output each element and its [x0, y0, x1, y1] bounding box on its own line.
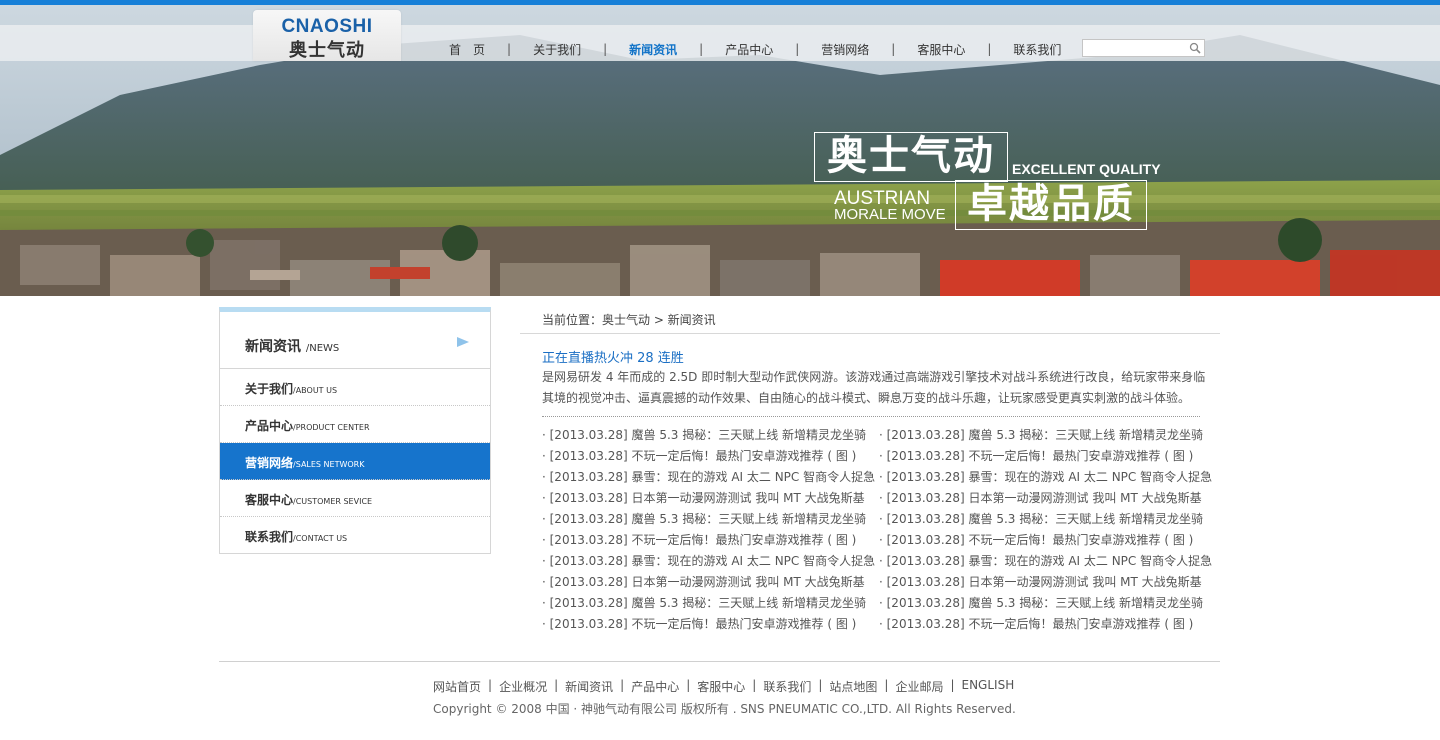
news-list-item[interactable]: · [2013.03.28] 魔兽 5.3 揭秘：三天赋上线 新增精灵龙坐骑 — [879, 593, 1212, 614]
sidebar-title: 新闻资讯 /NEWS — [245, 336, 339, 356]
logo-english: CNAOSHI — [281, 16, 373, 37]
footer-link[interactable]: 企业邮局 — [895, 678, 943, 695]
news-list-item[interactable]: · [2013.03.28] 魔兽 5.3 揭秘：三天赋上线 新增精灵龙坐骑 — [879, 425, 1212, 446]
footer-link[interactable]: 企业概况 — [499, 678, 547, 695]
news-list-item[interactable]: · [2013.03.28] 不玩一定后悔！最热门安卓游戏推荐 ( 图 ) — [879, 530, 1212, 551]
footer-link[interactable]: 产品中心 — [631, 678, 679, 695]
news-list-item[interactable]: · [2013.03.28] 暴雪：现在的游戏 AI 太二 NPC 智商令人捉急 — [879, 467, 1212, 488]
nav-separator: | — [891, 42, 896, 56]
footer-separator: | — [554, 678, 559, 692]
footer-separator: | — [752, 678, 757, 692]
slogan-quality: 卓越品质 — [955, 180, 1147, 230]
footer-link[interactable]: 站点地图 — [829, 678, 877, 695]
sidebar-item-en: /ABOUT US — [293, 386, 338, 395]
news-list-item[interactable]: · [2013.03.28] 日本第一动漫网游测试 我叫 MT 大战兔斯基 — [879, 488, 1212, 509]
footer-separator: | — [686, 678, 691, 692]
news-list-left: · [2013.03.28] 魔兽 5.3 揭秘：三天赋上线 新增精灵龙坐骑 · … — [542, 425, 875, 635]
footer-link[interactable]: 联系我们 — [763, 678, 811, 695]
sidebar-item-label: 客服中心 — [245, 493, 294, 507]
sidebar-item-about[interactable]: 关于我们/ABOUT US — [220, 369, 490, 406]
sidebar-item-en: /CUSTOMER SEVICE — [293, 497, 373, 506]
sidebar-item-label: 产品中心 — [245, 419, 294, 433]
news-list-item[interactable]: · [2013.03.28] 暴雪：现在的游戏 AI 太二 NPC 智商令人捉急 — [879, 551, 1212, 572]
search-icon[interactable] — [1189, 42, 1201, 54]
footer-divider — [219, 661, 1220, 662]
main-nav: 首 页 | 关于我们 | 新闻资讯 | 产品中心 | 营销网络 | 客服中心 |… — [440, 36, 1070, 62]
sidebar-title-en: /NEWS — [305, 343, 340, 354]
news-list-item[interactable]: · [2013.03.28] 不玩一定后悔！最热门安卓游戏推荐 ( 图 ) — [879, 614, 1212, 635]
news-list-item[interactable]: · [2013.03.28] 暴雪：现在的游戏 AI 太二 NPC 智商令人捉急 — [542, 467, 875, 488]
sidebar-item-label: 营销网络 — [245, 456, 294, 470]
news-list-item[interactable]: · [2013.03.28] 不玩一定后悔！最热门安卓游戏推荐 ( 图 ) — [542, 614, 875, 635]
news-list-item[interactable]: · [2013.03.28] 暴雪：现在的游戏 AI 太二 NPC 智商令人捉急 — [542, 551, 875, 572]
footer-separator: | — [620, 678, 625, 692]
footer-link[interactable]: ENGLISH — [962, 678, 1015, 695]
nav-separator: | — [987, 42, 992, 56]
sidebar-item-products[interactable]: 产品中心/PRODUCT CENTER — [220, 406, 490, 443]
footer-separator: | — [884, 678, 889, 692]
sidebar-item-contact[interactable]: 联系我们/CONTACT US — [220, 517, 490, 554]
slogan-morale-move: MORALE MOVE — [834, 206, 946, 223]
sidebar: 新闻资讯 /NEWS 关于我们/ABOUT US 产品中心/PRODUCT CE… — [219, 307, 491, 554]
news-list-item[interactable]: · [2013.03.28] 日本第一动漫网游测试 我叫 MT 大战兔斯基 — [542, 572, 875, 593]
sidebar-item-en: /SALES NETWORK — [293, 460, 365, 469]
nav-separator: | — [507, 42, 512, 56]
search-box — [1082, 39, 1205, 60]
sidebar-item-sales[interactable]: 营销网络/SALES NETWORK — [220, 443, 490, 480]
site-logo[interactable]: CNAOSHI 奥士气动 — [253, 10, 401, 61]
footer-link[interactable]: 新闻资讯 — [565, 678, 613, 695]
search-input[interactable] — [1083, 44, 1191, 60]
nav-separator: | — [603, 42, 608, 56]
nav-item-products[interactable]: 产品中心 — [716, 41, 782, 58]
news-list-item[interactable]: · [2013.03.28] 魔兽 5.3 揭秘：三天赋上线 新增精灵龙坐骑 — [542, 593, 875, 614]
article-title-link[interactable]: 正在直播热火冲 28 连胜 — [542, 347, 684, 366]
news-list-item[interactable]: · [2013.03.28] 不玩一定后悔！最热门安卓游戏推荐 ( 图 ) — [542, 446, 875, 467]
nav-item-home[interactable]: 首 页 — [440, 41, 494, 58]
news-list-right: · [2013.03.28] 魔兽 5.3 揭秘：三天赋上线 新增精灵龙坐骑 · … — [879, 425, 1212, 635]
nav-item-about[interactable]: 关于我们 — [524, 41, 590, 58]
sidebar-item-label: 联系我们 — [245, 530, 294, 544]
sidebar-item-en: /PRODUCT CENTER — [293, 423, 370, 432]
arrow-right-icon — [457, 337, 469, 347]
news-list-item[interactable]: · [2013.03.28] 日本第一动漫网游测试 我叫 MT 大战兔斯基 — [542, 488, 875, 509]
news-list-item[interactable]: · [2013.03.28] 日本第一动漫网游测试 我叫 MT 大战兔斯基 — [879, 572, 1212, 593]
sidebar-title-cn: 新闻资讯 — [245, 339, 301, 355]
footer-separator: | — [950, 678, 955, 692]
article-description: 是网易研发 4 年而成的 2.5D 即时制大型动作武侠网游。该游戏通过高端游戏引… — [542, 370, 1206, 405]
footer-link[interactable]: 网站首页 — [433, 678, 481, 695]
slogan-excellent-quality: EXCELLENT QUALITY — [1012, 161, 1161, 177]
sidebar-item-en: /CONTACT US — [293, 534, 348, 543]
sidebar-item-label: 关于我们 — [245, 382, 294, 396]
dotted-divider — [542, 416, 1200, 417]
nav-item-service[interactable]: 客服中心 — [908, 41, 974, 58]
news-list-item[interactable]: · [2013.03.28] 魔兽 5.3 揭秘：三天赋上线 新增精灵龙坐骑 — [542, 425, 875, 446]
nav-separator: | — [795, 42, 800, 56]
footer-links: 网站首页 | 企业概况 | 新闻资讯 | 产品中心 | 客服中心 | 联系我们 | 站点地图 | 企业邮局 |… — [433, 678, 1014, 695]
breadcrumb: 当前位置：奥士气动 > 新闻资讯 — [542, 313, 716, 327]
sidebar-item-service[interactable]: 客服中心/CUSTOMER SEVICE — [220, 480, 490, 517]
nav-item-news[interactable]: 新闻资讯 — [620, 41, 686, 58]
news-list-item[interactable]: · [2013.03.28] 魔兽 5.3 揭秘：三天赋上线 新增精灵龙坐骑 — [542, 509, 875, 530]
divider — [520, 333, 1220, 334]
nav-separator: | — [699, 42, 704, 56]
news-list-item[interactable]: · [2013.03.28] 不玩一定后悔！最热门安卓游戏推荐 ( 图 ) — [879, 446, 1212, 467]
nav-item-contact[interactable]: 联系我们 — [1004, 41, 1070, 58]
footer-separator: | — [488, 678, 493, 692]
footer-separator: | — [818, 678, 823, 692]
slogan-brand: 奥士气动 — [814, 132, 1008, 182]
news-list-item[interactable]: · [2013.03.28] 不玩一定后悔！最热门安卓游戏推荐 ( 图 ) — [542, 530, 875, 551]
sidebar-header: 新闻资讯 /NEWS — [220, 312, 490, 369]
nav-item-sales[interactable]: 营销网络 — [812, 41, 878, 58]
logo-chinese: 奥士气动 — [289, 40, 365, 61]
news-list-item[interactable]: · [2013.03.28] 魔兽 5.3 揭秘：三天赋上线 新增精灵龙坐骑 — [879, 509, 1212, 530]
footer-link[interactable]: 客服中心 — [697, 678, 745, 695]
copyright-text: Copyright © 2008 中国 · 神驰气动有限公司 版权所有 . SN… — [433, 702, 1016, 716]
